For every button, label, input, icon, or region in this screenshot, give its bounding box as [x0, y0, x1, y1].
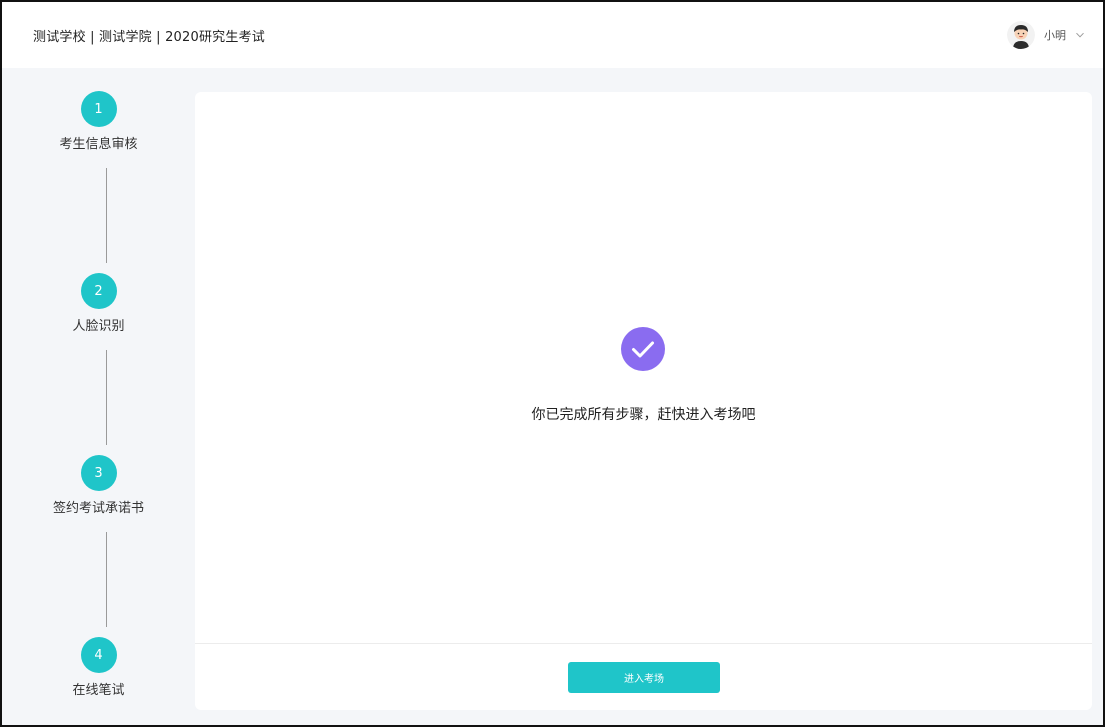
check-circle-icon: [621, 327, 665, 371]
step-item: 4 在线笔试: [2, 637, 195, 698]
step-label: 人脸识别: [72, 319, 125, 334]
completion-message: 你已完成所有步骤，赶快进入考场吧: [531, 407, 756, 423]
footer-divider: [195, 643, 1092, 644]
step-number-badge: 4: [80, 637, 117, 673]
enter-exam-button[interactable]: 进入考场: [568, 662, 720, 693]
user-menu[interactable]: 小明: [1007, 21, 1085, 49]
boy-avatar-icon: [1007, 21, 1035, 49]
step-number-badge: 1: [80, 91, 117, 127]
step-item: 1 考生信息审核: [2, 91, 195, 152]
step-item: 2 人脸识别: [2, 273, 195, 334]
step-label: 在线笔试: [72, 683, 125, 698]
step-connector: [106, 168, 107, 263]
step-label: 考生信息审核: [59, 137, 138, 152]
step-connector: [106, 532, 107, 627]
step-number-badge: 3: [80, 455, 117, 491]
user-name: 小明: [1044, 29, 1066, 42]
chevron-down-icon: [1076, 32, 1084, 38]
top-bar: 测试学校 | 测试学院 | 2020研究生考试 小明: [2, 2, 1103, 68]
step-progress: 1 考生信息审核 2 人脸识别 3 签约考试承诺书 4 在线笔试: [2, 68, 195, 725]
step-label: 签约考试承诺书: [52, 501, 144, 516]
app-window: 测试学校 | 测试学院 | 2020研究生考试 小明 1 考生信息审核 2 人脸…: [0, 0, 1105, 727]
step-connector: [106, 350, 107, 445]
completion-card: 你已完成所有步骤，赶快进入考场吧 进入考场: [195, 92, 1092, 710]
step-item: 3 签约考试承诺书: [2, 455, 195, 516]
page-title: 测试学校 | 测试学院 | 2020研究生考试: [33, 29, 265, 45]
step-number-badge: 2: [80, 273, 117, 309]
